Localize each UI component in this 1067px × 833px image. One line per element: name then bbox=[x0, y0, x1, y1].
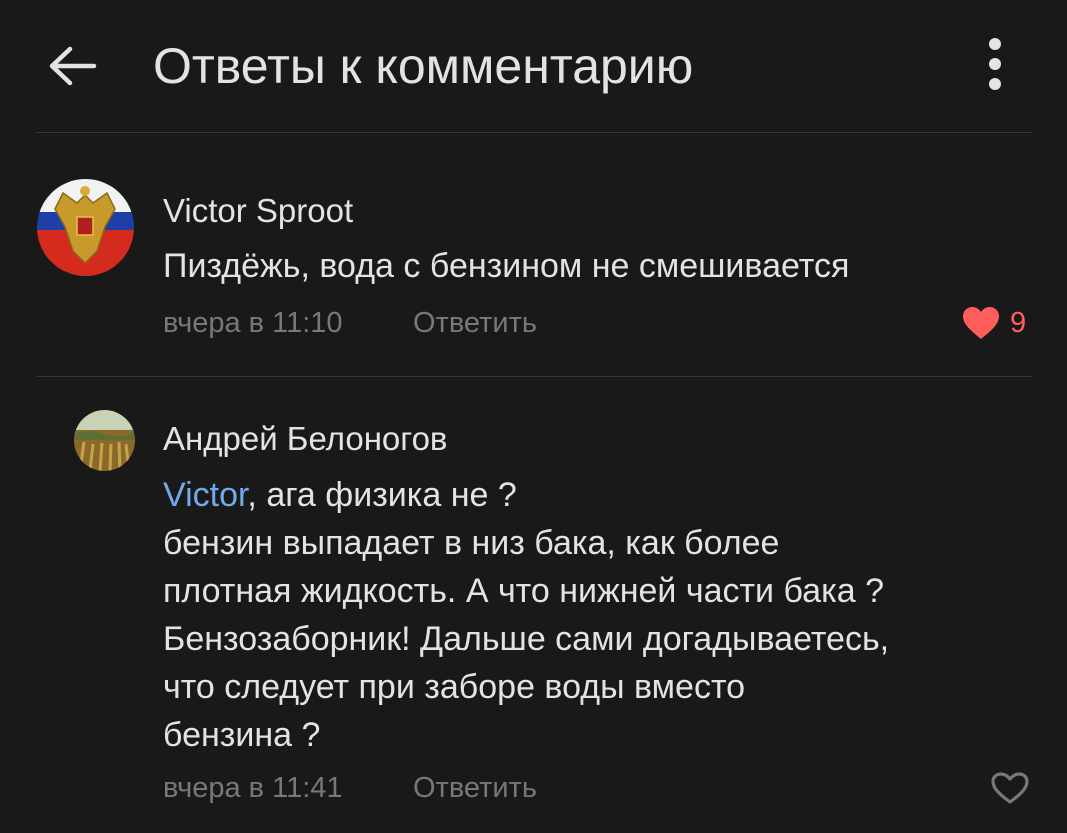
comment-text-line-6: бензина ? bbox=[163, 716, 321, 754]
comment-author[interactable]: Андрей Белоногов bbox=[163, 420, 447, 458]
comment-time: вчера в 11:10 bbox=[163, 307, 343, 339]
like-button[interactable]: 9 bbox=[962, 306, 1026, 340]
mention-link[interactable]: Victor bbox=[163, 476, 247, 514]
arrow-left-icon bbox=[49, 46, 97, 86]
comment-divider bbox=[36, 376, 1032, 377]
top-bar: Ответы к комментарию bbox=[0, 0, 1067, 133]
comment-text-line-3: плотная жидкость. А что нижней части бак… bbox=[163, 572, 884, 610]
more-vertical-icon bbox=[989, 38, 1001, 90]
comment-text: Victor, ага физика не ? бензин выпадает … bbox=[163, 471, 889, 759]
header-divider bbox=[36, 132, 1032, 133]
comment-text-line-1: Victor, ага физика не ? bbox=[163, 476, 517, 514]
comment-time: вчера в 11:41 bbox=[163, 772, 343, 804]
coat-of-arms-avatar bbox=[37, 179, 134, 276]
comment-author[interactable]: Victor Sproot bbox=[163, 192, 353, 230]
like-count: 9 bbox=[1010, 306, 1027, 339]
heart-outline-icon bbox=[991, 772, 1029, 804]
avatar-andrey[interactable] bbox=[74, 410, 135, 471]
reply-button[interactable]: Ответить bbox=[413, 307, 537, 340]
back-button[interactable] bbox=[40, 38, 104, 94]
heart-filled-icon bbox=[963, 307, 999, 339]
reply-button[interactable]: Ответить bbox=[413, 772, 537, 805]
comment-text-line: Пиздёжь, вода с бензином не смешивается bbox=[163, 247, 850, 285]
like-button[interactable] bbox=[990, 771, 1030, 805]
landscape-avatar bbox=[74, 410, 135, 471]
avatar-victor[interactable] bbox=[37, 179, 134, 276]
comment-text: Пиздёжь, вода с бензином не смешивается bbox=[163, 242, 849, 290]
comment-text-line-4: Бензозаборник! Дальше сами догадываетесь… bbox=[163, 620, 890, 658]
more-button[interactable] bbox=[975, 34, 1015, 94]
comment-text-line-5: что следует при заборе воды вместо bbox=[163, 668, 746, 706]
page-title: Ответы к комментарию bbox=[153, 38, 694, 94]
comment-text-line-2: бензин выпадает в низ бака, как более bbox=[163, 524, 780, 562]
